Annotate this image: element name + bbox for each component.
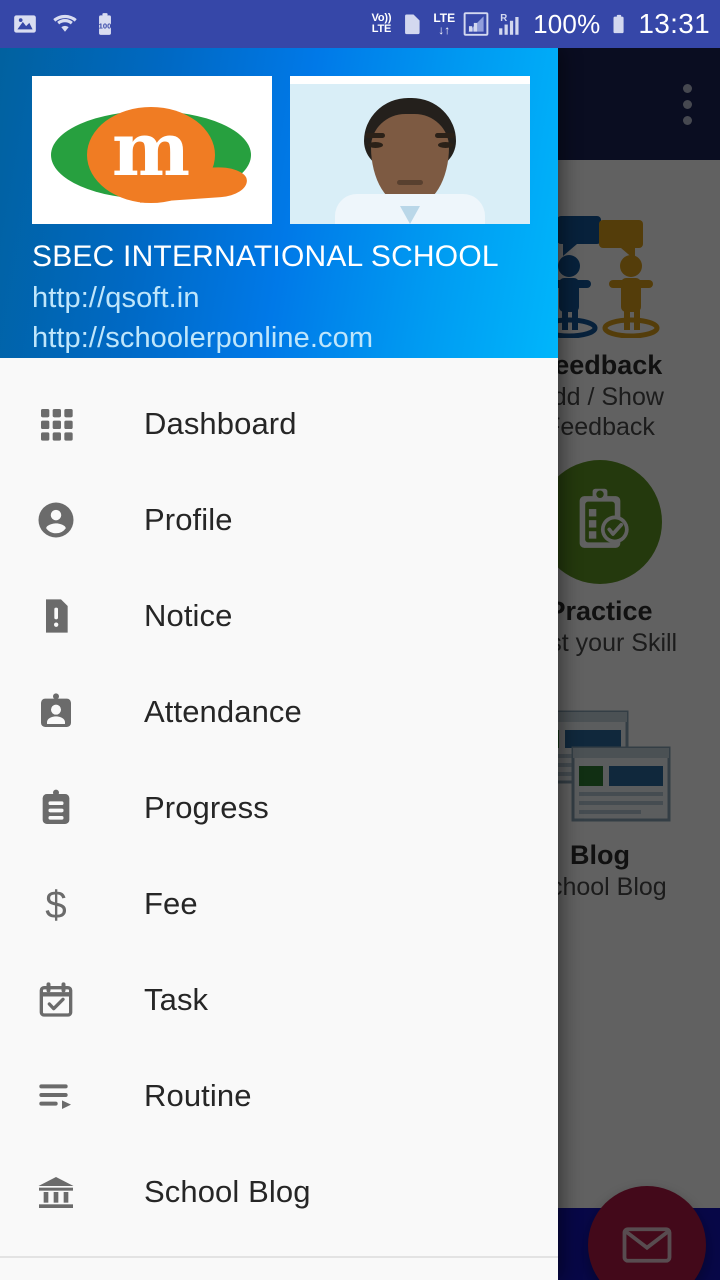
battery-percent-label: 100% [533,8,601,39]
app-root: L [0,0,720,1280]
notice-alert-icon [34,594,78,638]
menu-item-attendance[interactable]: Attendance [0,664,558,760]
volte-icon: Vo)) LTE [371,12,392,35]
status-bar: 100 Vo)) LTE LTE ↓↑ R 100% 13:31 [0,0,720,48]
logo-letter: m [111,107,191,193]
dollar-sign-icon: $ [34,882,78,926]
menu-item-task[interactable]: Task [0,952,558,1048]
navigation-drawer: m SBEC INTERNATIONAL SCHOOL http://qsoft… [0,48,558,1280]
clipboard-lines-icon [34,786,78,830]
school-logo: m [32,76,272,224]
menu-item-label: Notice [144,598,233,633]
sim-card-icon [399,11,425,37]
lte-data-icon: LTE ↓↑ [433,11,456,37]
account-circle-icon [34,498,78,542]
bank-columns-icon [34,1170,78,1214]
svg-text:$: $ [45,884,66,925]
grid-apps-icon [34,402,78,446]
menu-item-notice[interactable]: Notice [0,568,558,664]
menu-item-label: Attendance [144,694,302,729]
menu-item-routine[interactable]: Routine [0,1048,558,1144]
battery-full-icon [608,11,630,37]
header-images: m [32,76,558,224]
signal-bars-icon [463,11,489,37]
school-url-secondary[interactable]: http://schoolerponline.com [32,318,558,358]
menu-item-progress[interactable]: Progress [0,760,558,856]
battery-saver-icon: 100 [92,11,118,37]
drawer-header: m SBEC INTERNATIONAL SCHOOL http://qsoft… [0,48,558,358]
playlist-play-icon [34,1074,78,1118]
status-bar-left: 100 [12,11,118,37]
student-photo [290,76,530,224]
menu-item-label: Routine [144,1078,252,1113]
menu-item-fee[interactable]: $ Fee [0,856,558,952]
svg-text:R: R [500,13,507,24]
menu-item-label: Fee [144,886,198,921]
status-bar-right: Vo)) LTE LTE ↓↑ R 100% 13:31 [372,8,710,40]
menu-item-label: Progress [144,790,269,825]
menu-item-profile[interactable]: Profile [0,472,558,568]
drawer-bottom-divider [0,1256,558,1258]
menu-item-label: Task [144,982,209,1017]
status-bar-clock: 13:31 [638,8,710,39]
menu-item-label: School Blog [144,1174,311,1209]
school-name: SBEC INTERNATIONAL SCHOOL [32,240,499,273]
menu-item-school-blog[interactable]: School Blog [0,1144,558,1240]
wifi-icon [52,11,78,37]
menu-item-dashboard[interactable]: Dashboard [0,376,558,472]
svg-text:100: 100 [99,21,112,30]
id-badge-icon [34,690,78,734]
calendar-check-icon [34,978,78,1022]
screenshot-icon [12,11,38,37]
menu-item-label: Dashboard [144,406,297,441]
drawer-menu: Dashboard Profile Notice Attendance Prog… [0,358,558,1240]
roaming-signal-icon: R [497,11,525,37]
school-url-primary[interactable]: http://qsoft.in [32,278,558,318]
menu-item-label: Profile [144,502,233,537]
